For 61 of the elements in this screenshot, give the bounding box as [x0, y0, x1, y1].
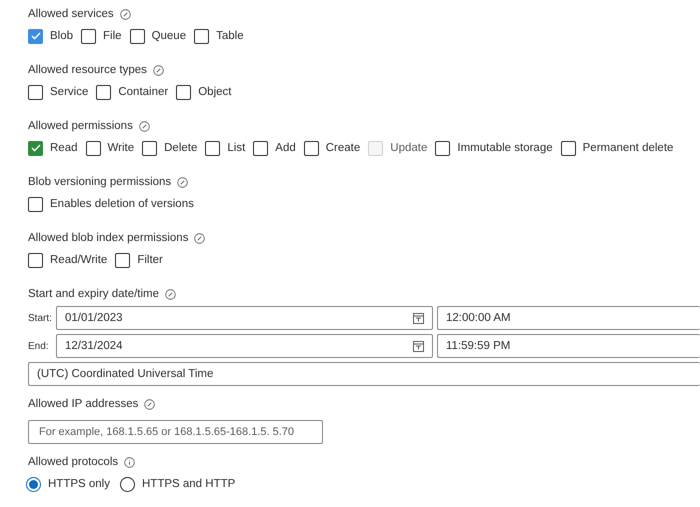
- section-label: Allowed blob index permissions: [28, 232, 188, 244]
- checkbox[interactable]: [253, 140, 268, 156]
- checkmark-icon: [30, 32, 40, 40]
- checkbox[interactable]: [28, 140, 43, 156]
- timezone-dropdown[interactable]: (UTC) Coordinated Universal Time: [28, 362, 700, 386]
- checkbox-label: Table: [216, 30, 244, 42]
- field-label: End:: [28, 340, 50, 352]
- calendar-icon[interactable]: [413, 340, 424, 352]
- section-label: Allowed permissions: [28, 120, 133, 132]
- checkbox-label: Enables deletion of versions: [50, 198, 194, 210]
- checkbox-label: Read: [50, 142, 78, 154]
- section-label: Allowed resource types: [28, 64, 147, 76]
- checkmark-icon: [30, 144, 40, 152]
- field-label: Start:: [28, 312, 52, 324]
- checkbox-label: Write: [108, 142, 134, 154]
- date-field[interactable]: 01/01/2023: [56, 306, 433, 330]
- radio-label: HTTPS and HTTP: [142, 478, 236, 490]
- checkbox[interactable]: [130, 28, 145, 44]
- checkbox[interactable]: [28, 196, 43, 212]
- checkbox[interactable]: [304, 140, 319, 156]
- checkbox-label: Delete: [164, 142, 198, 154]
- time-field[interactable]: 11:59:59 PM: [437, 334, 700, 358]
- calendar-icon[interactable]: [413, 312, 424, 324]
- section-label: Allowed IP addresses: [28, 398, 138, 410]
- date-field[interactable]: 12/31/2024: [56, 334, 433, 358]
- section-label: Allowed services: [28, 8, 114, 20]
- checkbox[interactable]: [205, 140, 220, 156]
- checkbox-label: List: [227, 142, 246, 154]
- checkbox[interactable]: [81, 28, 96, 44]
- checkbox[interactable]: [28, 84, 43, 100]
- checkbox-label: Container: [118, 86, 168, 98]
- section-label: Blob versioning permissions: [28, 176, 172, 188]
- checkbox[interactable]: [96, 84, 112, 100]
- radio-label: HTTPS only: [48, 478, 110, 490]
- checkbox-label: Queue: [152, 30, 186, 42]
- checkbox[interactable]: [435, 140, 450, 156]
- checkbox[interactable]: [194, 28, 210, 44]
- checkbox[interactable]: [560, 140, 576, 156]
- checkbox[interactable]: [28, 28, 43, 44]
- checkbox[interactable]: [86, 140, 100, 156]
- checkbox[interactable]: [28, 252, 43, 268]
- checkbox-label: File: [103, 30, 122, 42]
- section-label: Start and expiry date/time: [28, 288, 160, 300]
- checkbox-label: Blob: [50, 30, 74, 42]
- section-label: Allowed protocols: [28, 456, 118, 468]
- checkbox-label: Service: [50, 86, 88, 98]
- checkbox-label: Add: [275, 142, 296, 154]
- checkbox-label: Permanent delete: [582, 142, 674, 154]
- checkbox-label: Update: [390, 142, 428, 154]
- checkbox[interactable]: [176, 84, 192, 100]
- checkbox-label: Immutable storage: [457, 142, 553, 154]
- checkbox-label: Create: [326, 142, 360, 154]
- time-field[interactable]: 12:00:00 AM: [437, 306, 700, 330]
- ip-address-field[interactable]: For example, 168.1.5.65 or 168.1.5.65-168.1.5. 5.70: [28, 420, 323, 444]
- checkbox-label: Object: [198, 86, 232, 98]
- radio-button[interactable]: [26, 476, 41, 492]
- checkbox-label: Read/Write: [50, 254, 108, 266]
- radio-button[interactable]: [120, 476, 135, 492]
- checkbox[interactable]: [142, 140, 158, 156]
- checkbox[interactable]: [115, 252, 130, 268]
- checkbox-label: Filter: [137, 254, 163, 266]
